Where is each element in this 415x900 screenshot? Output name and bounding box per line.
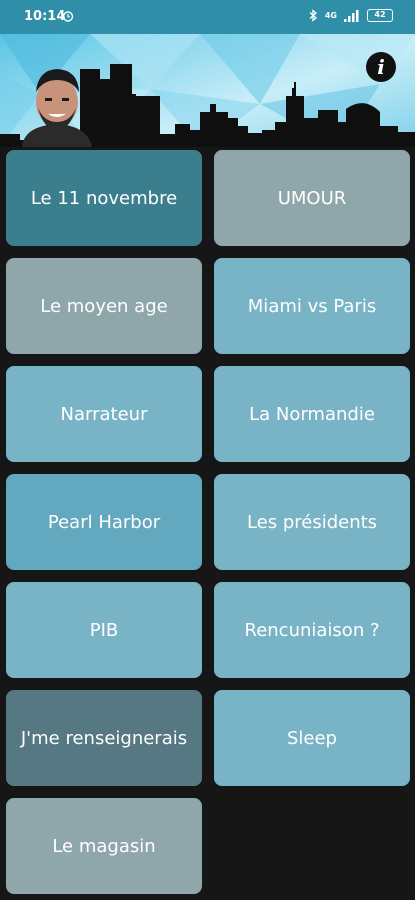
topic-button[interactable]: Le moyen age [6,258,202,354]
header-banner: i [0,34,415,147]
status-bar: 10:14 4G 42 [0,0,415,34]
topic-button[interactable]: La Normandie [214,366,410,462]
status-time: 10:14 [24,9,66,24]
topic-button[interactable]: Narrateur [6,366,202,462]
skyline-illustration [0,34,415,147]
topic-button[interactable]: Pearl Harbor [6,474,202,570]
network-type: 4G [324,11,337,20]
topic-grid: Le 11 novembre UMOUR Le moyen age Miami vs … [6,150,410,894]
topic-button[interactable]: Miami vs Paris [214,258,410,354]
info-icon[interactable]: i [366,52,396,82]
topic-button[interactable]: Le magasin [6,798,202,894]
signal-icon [344,9,359,22]
topic-button[interactable]: Sleep [214,690,410,786]
topic-button[interactable]: J'me renseignerais [6,690,202,786]
topic-button[interactable]: Les présidents [214,474,410,570]
topic-button[interactable]: PIB [6,582,202,678]
topic-button[interactable]: Le 11 novembre [6,150,202,246]
topic-button[interactable]: UMOUR [214,150,410,246]
topic-button[interactable]: Rencuniaison ? [214,582,410,678]
battery-icon: 42 [367,9,393,22]
alarm-icon [62,11,74,22]
bluetooth-icon [309,9,317,22]
